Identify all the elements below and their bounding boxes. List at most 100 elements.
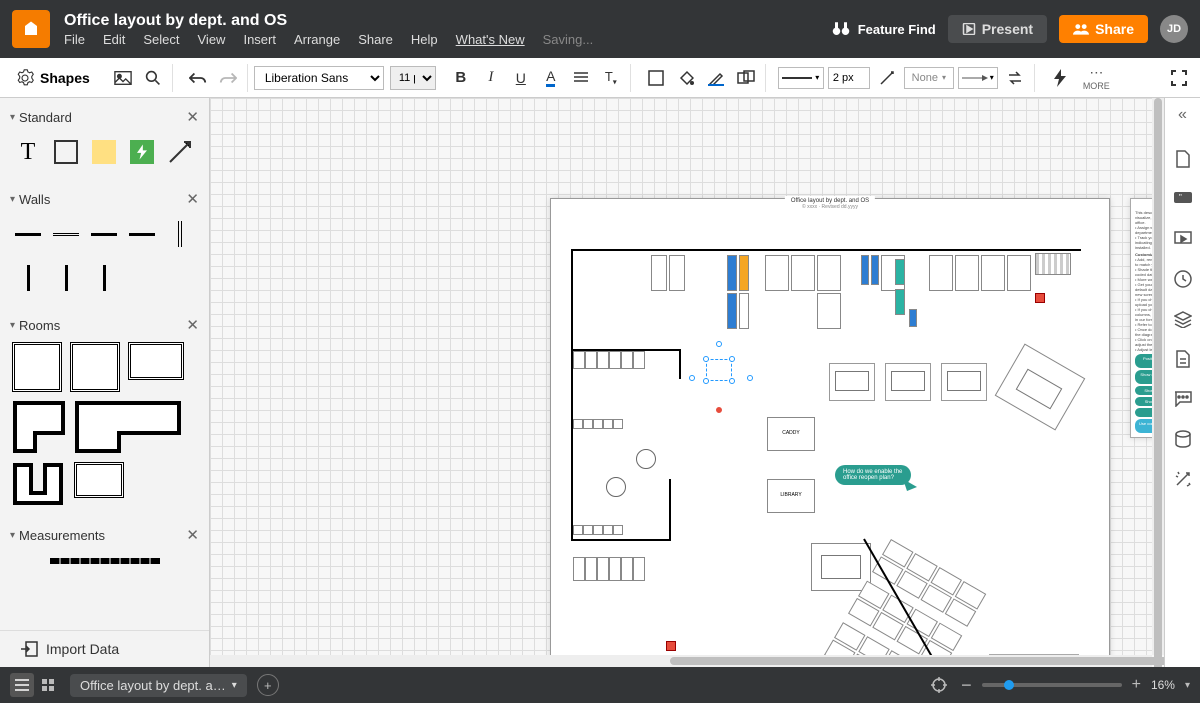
stroke-width-input[interactable] <box>828 67 870 89</box>
grid-view-icon[interactable] <box>36 673 60 697</box>
app-logo[interactable] <box>12 10 50 48</box>
zoom-out-icon[interactable]: − <box>961 675 972 696</box>
feature-find-button[interactable]: Feature Find <box>832 22 936 37</box>
vertical-scrollbar[interactable] <box>1152 98 1164 655</box>
collapse-dock-icon[interactable]: « <box>1178 106 1187 124</box>
section-rooms-header[interactable]: ▾Rooms ✕ <box>10 312 199 338</box>
presentation-icon[interactable] <box>1172 228 1194 250</box>
close-icon[interactable]: ✕ <box>186 190 199 208</box>
document-title[interactable]: Office layout by dept. and OS <box>64 12 593 30</box>
import-icon <box>20 641 38 657</box>
bolt-shape[interactable] <box>126 136 158 168</box>
menu-insert[interactable]: Insert <box>243 32 276 47</box>
swap-ends-icon[interactable] <box>1002 65 1028 91</box>
text-options-icon[interactable]: T▾ <box>598 65 624 91</box>
magic-icon[interactable] <box>1172 468 1194 490</box>
floorplan-page[interactable]: Office layout by dept. and OS © xxxx · R… <box>550 198 1110 667</box>
border-color-icon[interactable] <box>703 65 729 91</box>
underline-icon[interactable]: U <box>508 65 534 91</box>
fill-icon[interactable] <box>643 65 669 91</box>
zoom-slider[interactable] <box>982 683 1122 687</box>
list-view-icon[interactable] <box>10 673 34 697</box>
search-icon[interactable] <box>140 65 166 91</box>
document-icon[interactable] <box>1172 348 1194 370</box>
menu-select[interactable]: Select <box>143 32 179 47</box>
page-tab[interactable]: Office layout by dept. a… ▾ <box>70 674 247 697</box>
close-icon[interactable]: ✕ <box>186 526 199 544</box>
data-icon[interactable] <box>1172 428 1194 450</box>
room-u[interactable] <box>12 462 66 506</box>
menu-edit[interactable]: Edit <box>103 32 125 47</box>
align-icon[interactable] <box>568 65 594 91</box>
ruler-shape[interactable] <box>50 554 160 568</box>
italic-icon[interactable]: I <box>478 65 504 91</box>
line-shape-icon[interactable] <box>874 65 900 91</box>
wall-seg-3[interactable] <box>88 218 120 250</box>
wall-seg-2[interactable] <box>50 218 82 250</box>
image-icon[interactable] <box>110 65 136 91</box>
menu-whats-new[interactable]: What's New <box>456 32 525 47</box>
room-square-2[interactable] <box>70 342 120 392</box>
import-data-button[interactable]: Import Data <box>0 630 209 667</box>
horizontal-scrollbar[interactable] <box>210 655 1152 667</box>
wall-seg-4[interactable] <box>126 218 158 250</box>
menu-arrange[interactable]: Arrange <box>294 32 340 47</box>
note-shape[interactable] <box>88 136 120 168</box>
bucket-icon[interactable] <box>673 65 699 91</box>
share-button[interactable]: Share <box>1059 15 1148 43</box>
page-icon[interactable] <box>1172 148 1194 170</box>
room-rect-2[interactable] <box>74 462 124 498</box>
wall-vert-2[interactable] <box>12 262 44 294</box>
footer: Office layout by dept. a… ▾ + − + 16% ▾ <box>0 667 1200 703</box>
shape-options-icon[interactable] <box>733 65 759 91</box>
line-style-select[interactable]: ▾ <box>778 67 824 89</box>
menu-help[interactable]: Help <box>411 32 438 47</box>
bold-icon[interactable]: B <box>448 65 474 91</box>
fullscreen-icon[interactable] <box>1166 65 1192 91</box>
user-avatar[interactable]: JD <box>1160 15 1188 43</box>
selected-shape[interactable] <box>706 359 732 381</box>
section-measurements-header[interactable]: ▾Measurements ✕ <box>10 522 199 548</box>
bolt-icon[interactable] <box>1047 65 1073 91</box>
close-icon[interactable]: ✕ <box>186 316 199 334</box>
text-shape[interactable]: T <box>12 136 44 168</box>
section-walls-header[interactable]: ▾Walls ✕ <box>10 186 199 212</box>
wall-vert-4[interactable] <box>88 262 120 294</box>
shapes-panel-toggle[interactable]: Shapes <box>8 69 98 87</box>
history-icon[interactable] <box>1172 268 1194 290</box>
wall-seg-1[interactable] <box>12 218 44 250</box>
present-button[interactable]: Present <box>948 15 1047 43</box>
chevron-down-icon[interactable]: ▾ <box>1185 680 1190 691</box>
header-right: Feature Find Present Share JD <box>832 15 1188 43</box>
menu-view[interactable]: View <box>198 32 226 47</box>
section-standard-header[interactable]: ▾Standard ✕ <box>10 104 199 130</box>
wall-vert-3[interactable] <box>50 262 82 294</box>
add-page-button[interactable]: + <box>257 674 279 696</box>
font-size-select[interactable]: 11 pt <box>390 66 436 90</box>
arrow-style-select[interactable]: ▾ <box>958 67 998 89</box>
rect-shape[interactable] <box>50 136 82 168</box>
close-icon[interactable]: ✕ <box>186 108 199 126</box>
zoom-in-icon[interactable]: + <box>1132 676 1141 694</box>
canvas-scroll[interactable]: Office layout by dept. and OS © xxxx · R… <box>210 98 1164 667</box>
undo-icon[interactable] <box>185 65 211 91</box>
zoom-percent[interactable]: 16% <box>1151 678 1175 692</box>
room-square[interactable] <box>12 342 62 392</box>
arrow-shape[interactable] <box>164 136 196 168</box>
layers-icon[interactable] <box>1172 308 1194 330</box>
wall-vert[interactable] <box>164 218 196 250</box>
room-l[interactable] <box>12 400 66 454</box>
line-fill-select[interactable]: None▾ <box>904 67 954 89</box>
target-icon[interactable] <box>927 673 951 697</box>
chat-icon[interactable] <box>1172 388 1194 410</box>
text-color-icon[interactable]: A <box>538 65 564 91</box>
menu-share[interactable]: Share <box>358 32 393 47</box>
room-rect[interactable] <box>128 342 184 380</box>
menu-file[interactable]: File <box>64 32 85 47</box>
font-family-select[interactable]: Liberation Sans <box>254 66 384 90</box>
more-button[interactable]: ⋯ MORE <box>1083 64 1110 91</box>
room-l2[interactable] <box>74 400 182 454</box>
redo-icon[interactable] <box>215 65 241 91</box>
callout-bubble[interactable]: How do we enable the office reopen plan? <box>835 465 911 485</box>
comment-quote-icon[interactable]: " <box>1172 188 1194 210</box>
